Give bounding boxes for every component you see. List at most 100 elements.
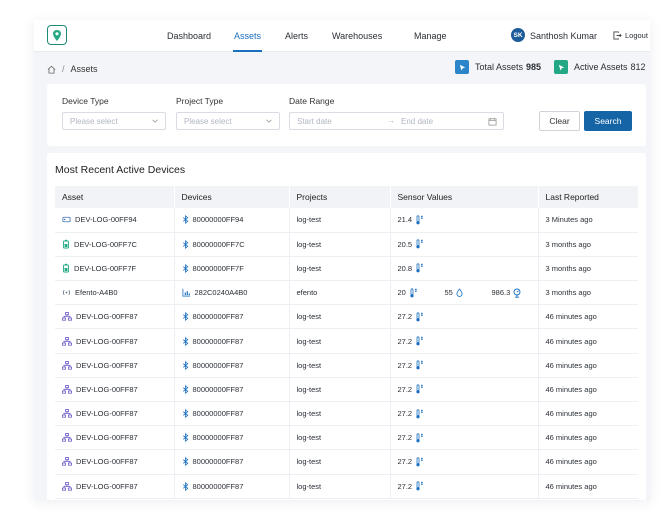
table-row[interactable]: Efento-A4B0 282C0240A4B0 efento 20 55 986.3 3 … — [55, 280, 639, 306]
asset-cell[interactable]: DEV-LOG-00FF87 — [55, 328, 174, 354]
date-range-picker[interactable]: Start date → End date — [289, 112, 504, 130]
network-icon — [62, 385, 72, 394]
project-cell: log-test — [288, 353, 390, 378]
nav-alerts[interactable]: Alerts — [285, 31, 308, 41]
last-reported-cell: 46 minutes ago — [537, 304, 638, 330]
sensor-values-cell: 20.8 — [389, 256, 538, 282]
nav-warehouses[interactable]: Warehouses — [332, 31, 382, 41]
sensor-values-list: 27.2 — [398, 433, 538, 443]
table-row[interactable]: DEV-LOG-00FF87 80000000FF87 log-test 27.2 46… — [55, 328, 638, 354]
table-row[interactable]: DEV-LOG-00FF87 80000000FF87 log-test 27.2 46… — [55, 449, 639, 475]
table-row[interactable]: DEV-LOG-00FF87 80000000FF87 log-test 27.2 46… — [55, 474, 638, 499]
asset-cell[interactable]: DEV-LOG-00FF7F — [55, 256, 174, 282]
last-reported-cell: 46 minutes ago — [537, 328, 638, 354]
device-type-select[interactable]: Please select — [62, 112, 166, 130]
device-cell-text: 80000000FF87 — [192, 384, 244, 394]
table-row[interactable]: DEV-LOG-00FF87 80000000FF87 log-test 27.2 46… — [55, 304, 638, 330]
last-reported-cell: 46 minutes ago — [537, 353, 638, 378]
device-cell: 80000000FF7F — [173, 256, 289, 282]
asset-cell[interactable]: DEV-LOG-00FF87 — [55, 474, 174, 499]
bluetooth-icon — [182, 215, 189, 225]
nav-assets[interactable]: Assets — [234, 31, 261, 41]
sensor-value: 27.2 — [398, 336, 445, 346]
column-header-asset[interactable]: Asset — [55, 186, 175, 208]
column-header-projects[interactable]: Projects — [289, 186, 391, 208]
project-cell-text: log-test — [296, 384, 322, 394]
asset-cell-content: DEV-LOG-00FF87 — [62, 361, 174, 370]
last-reported-cell-text: 3 months ago — [545, 239, 591, 249]
thermometer-icon — [415, 433, 424, 443]
project-type-select[interactable]: Please select — [176, 112, 280, 130]
app-logo[interactable] — [47, 25, 67, 45]
last-reported-cell-content: 3 months ago — [546, 264, 639, 273]
asset-cell[interactable]: DEV-LOG-00FF87 — [55, 304, 174, 330]
sensor-values-list: 21.4 — [398, 215, 538, 225]
thermometer-icon — [415, 408, 424, 419]
asset-cell-content: DEV-LOG-00FF7C — [62, 239, 174, 249]
total-assets-value: 985 — [526, 62, 542, 72]
thermometer-icon — [409, 288, 418, 298]
active-assets-label: Active Assets — [574, 62, 628, 72]
last-reported-cell: 46 minutes ago — [537, 449, 639, 475]
clear-button[interactable]: Clear — [539, 111, 580, 131]
column-header-devices[interactable]: Devices — [174, 186, 290, 208]
sensor-values-list: 27.2 — [398, 336, 538, 346]
last-reported-cell-content: 46 minutes ago — [546, 457, 639, 466]
active-tab-indicator — [233, 50, 262, 52]
device-cell-text: 80000000FF87 — [192, 409, 244, 419]
sensor-values-cell: 27.2 — [389, 425, 538, 451]
last-reported-cell-text: 3 months ago — [545, 288, 591, 298]
date-range-label: Date Range — [289, 96, 335, 106]
project-cell: log-test — [288, 474, 390, 499]
table-row[interactable]: DEV-LOG-00FF7C 80000000FF7C log-test 20.5 3 … — [55, 232, 638, 257]
device-cell-content: 80000000FF7F — [182, 264, 289, 273]
user-name[interactable]: Santhosh Kumar — [530, 31, 597, 41]
last-reported-cell: 3 Minutes ago — [537, 208, 638, 233]
end-date-placeholder[interactable]: End date — [401, 117, 433, 126]
project-cell: log-test — [288, 425, 390, 451]
sensor-values-cell: 27.2 — [389, 377, 538, 403]
nav-dashboard[interactable]: Dashboard — [167, 31, 211, 41]
asset-cell[interactable]: DEV-LOG-00FF87 — [55, 425, 174, 451]
search-button[interactable]: Search — [584, 111, 632, 131]
asset-cell[interactable]: DEV-LOG-00FF87 — [55, 353, 174, 378]
device-cell-text: 80000000FF7F — [192, 263, 244, 273]
start-date-placeholder[interactable]: Start date — [297, 117, 332, 126]
column-header-sensor-values[interactable]: Sensor Values — [390, 186, 539, 208]
table-row[interactable]: DEV-LOG-00FF7F 80000000FF7F log-test 20.8 3 … — [55, 256, 639, 282]
table-row[interactable]: DEV-LOG-00FF94 80000000FF94 log-test 21.4 3 … — [55, 208, 638, 233]
active-assets-kpi: Active Assets 812 — [554, 60, 646, 74]
project-cell-content: log-test — [297, 457, 390, 466]
card-title: Most Recent Active Devices — [55, 164, 186, 176]
asset-cell[interactable]: Efento-A4B0 — [55, 280, 174, 306]
last-reported-cell-content: 3 months ago — [546, 288, 639, 297]
sensor-values-cell: 20 55 986.3 — [389, 280, 538, 306]
asset-cell[interactable]: DEV-LOG-00FF94 — [55, 208, 174, 233]
asset-cell[interactable]: DEV-LOG-00FF87 — [55, 377, 174, 403]
asset-cell-content: DEV-LOG-00FF87 — [62, 482, 174, 491]
nav-manage[interactable]: Manage — [414, 31, 447, 41]
sensor-values-list: 27.2 — [398, 360, 538, 370]
device-cell: 80000000FF87 — [173, 328, 289, 354]
asset-cell[interactable]: DEV-LOG-00FF87 — [55, 401, 174, 427]
user-avatar[interactable]: SK — [511, 28, 525, 42]
table-row[interactable]: DEV-LOG-00FF87 80000000FF87 log-test 27.2 46… — [55, 425, 638, 451]
total-assets-label: Total Assets — [475, 62, 524, 72]
sensor-value: 27.2 — [398, 481, 445, 491]
device-cell: 80000000FF87 — [173, 401, 289, 427]
logout-button[interactable]: Logout — [613, 31, 648, 40]
bluetooth-icon — [182, 433, 189, 443]
table-row[interactable]: DEV-LOG-00FF87 80000000FF87 log-test 27.2 46… — [55, 353, 638, 378]
network-icon — [62, 433, 72, 442]
table-row[interactable]: DEV-LOG-00FF87 80000000FF87 log-test 27.2 46… — [55, 401, 639, 427]
last-reported-cell-content: 46 minutes ago — [546, 409, 639, 418]
sensor-values-list: 27.2 — [398, 312, 538, 322]
chevron-down-icon — [152, 119, 158, 123]
table-row[interactable]: DEV-LOG-00FF87 80000000FF87 log-test 27.2 46… — [55, 377, 638, 403]
column-header-last-reported[interactable]: Last Reported — [538, 186, 639, 208]
asset-cell[interactable]: DEV-LOG-00FF87 — [55, 449, 174, 475]
bluetooth-icon — [182, 312, 189, 322]
home-icon[interactable] — [47, 65, 56, 74]
bluetooth-icon — [182, 409, 189, 419]
asset-cell[interactable]: DEV-LOG-00FF7C — [55, 232, 174, 257]
